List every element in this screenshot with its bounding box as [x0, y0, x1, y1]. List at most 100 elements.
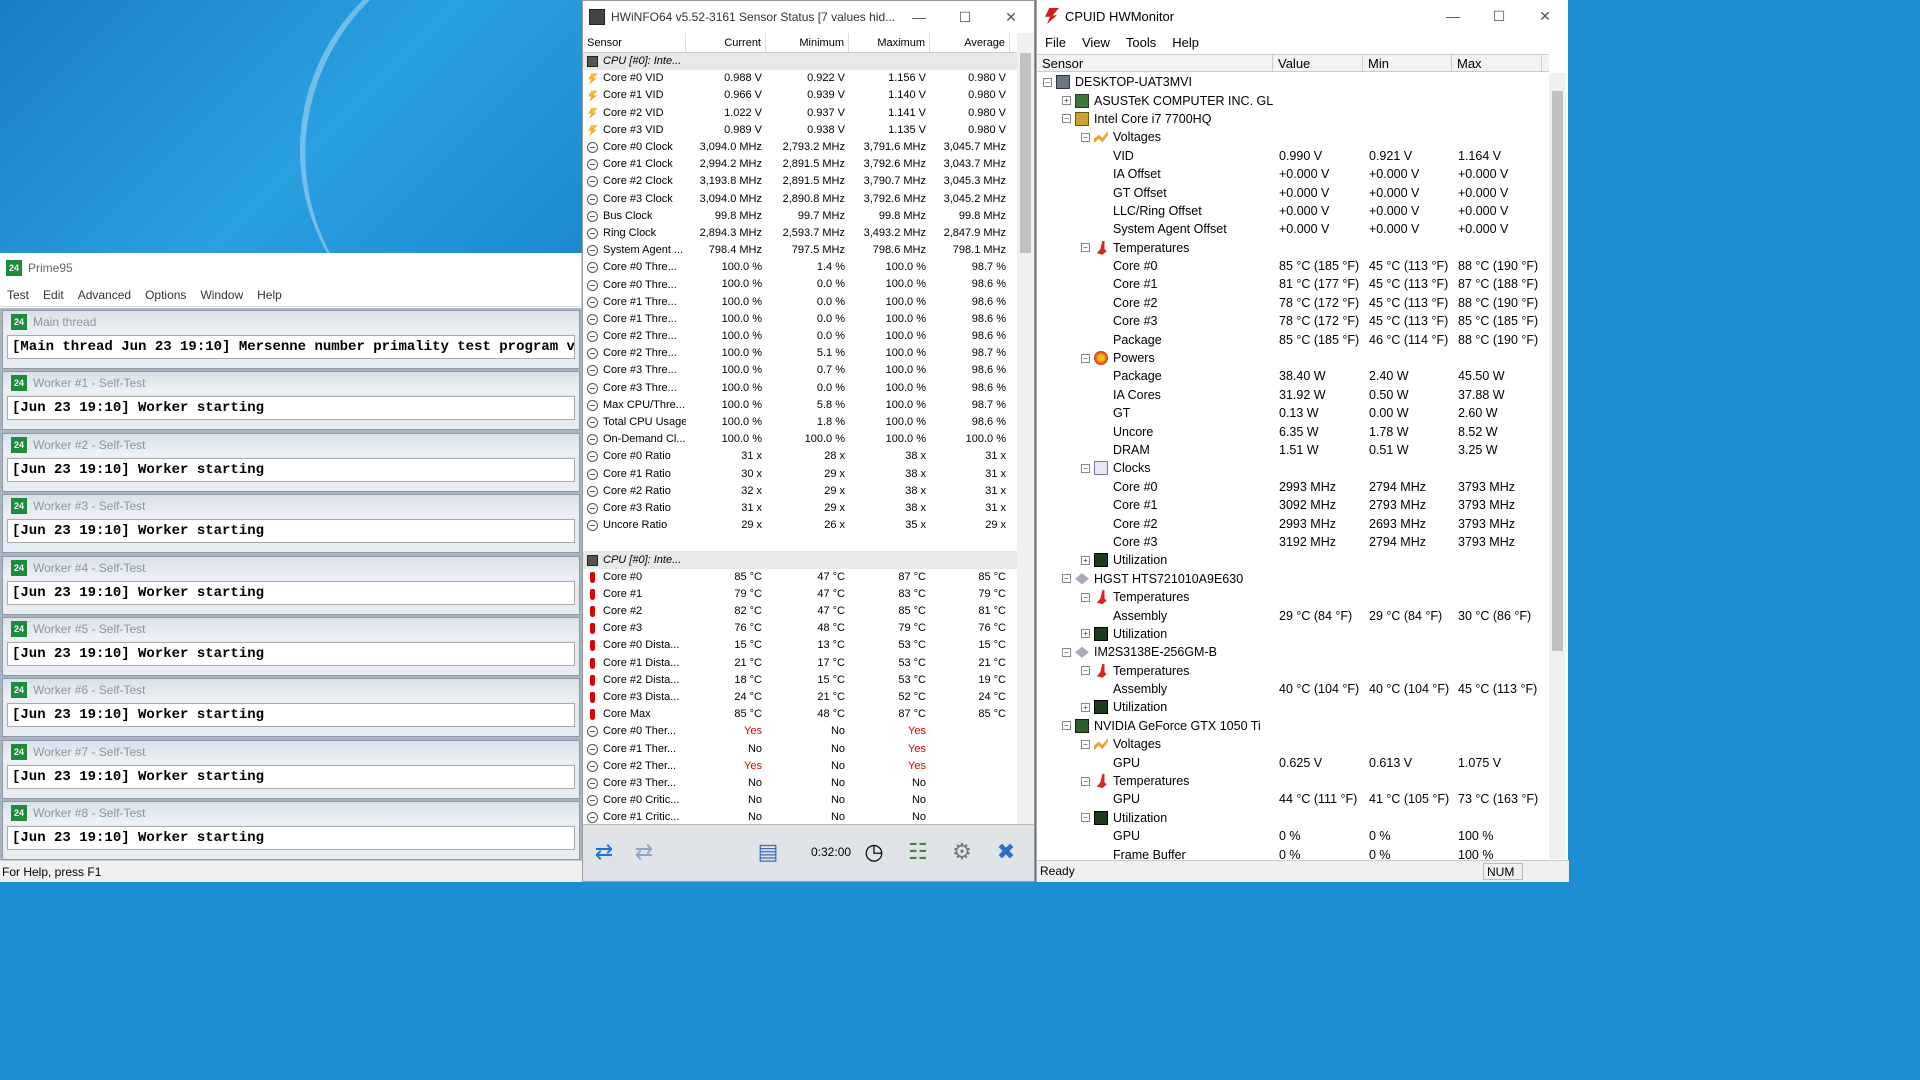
sensor-row[interactable]: Core #2 Ther... Yes No Yes	[583, 758, 1018, 775]
sensor-row[interactable]: Core #3 Clock 3,094.0 MHz 2,890.8 MHz 3,792…	[583, 191, 1018, 208]
menu-item-advanced[interactable]: Advanced	[71, 288, 138, 302]
column-header-maximum[interactable]: Maximum	[849, 33, 930, 52]
sensor-row[interactable]: Core #0 85 °C 47 °C 87 °C 85 °C	[583, 569, 1018, 586]
collapse-icon[interactable]: −	[1081, 739, 1090, 749]
sensor-row[interactable]: Core #0 Clock 3,094.0 MHz 2,793.2 MHz 3,791…	[583, 139, 1018, 156]
collapse-icon[interactable]: −	[1081, 243, 1090, 253]
sensor-row[interactable]: Core #1 3092 MHz 2793 MHz 3793 MHz	[1037, 496, 1549, 514]
worker-window[interactable]: 24 Worker #6 - Self-Test [Jun 23 19:10] Wo…	[2, 678, 580, 738]
tree-node[interactable]: − Voltages	[1037, 735, 1549, 753]
sensor-row[interactable]: Core #3 3192 MHz 2794 MHz 3793 MHz	[1037, 533, 1549, 551]
sensor-row[interactable]: Core #1 Thre... 100.0 % 0.0 % 100.0 % 98.6 %	[583, 311, 1018, 328]
sensor-row[interactable]: Core #3 Ther... No No No	[583, 775, 1018, 792]
tree-node[interactable]: − Temperatures	[1037, 239, 1549, 257]
sensor-row[interactable]: Uncore Ratio 29 x 26 x 35 x 29 x	[583, 517, 1018, 534]
sensor-row[interactable]: Core #3 Thre... 100.0 % 0.7 % 100.0 % 98.6 %	[583, 362, 1018, 379]
settings-gear-icon[interactable]: ⚙	[943, 833, 981, 871]
expand-icon[interactable]: +	[1062, 96, 1071, 106]
tree-node[interactable]: + Utilization	[1037, 625, 1549, 643]
sensor-row[interactable]: Core #1 81 °C (177 °F) 45 °C (113 °F) 87 °C…	[1037, 275, 1549, 293]
tree-node[interactable]: − Temperatures	[1037, 662, 1549, 680]
sensor-row[interactable]: Core #2 Thre... 100.0 % 5.1 % 100.0 % 98.7 %	[583, 345, 1018, 362]
column-header-sensor[interactable]: Sensor	[1037, 55, 1273, 71]
collapse-icon[interactable]: −	[1081, 592, 1090, 602]
sensor-row[interactable]: Core #1 Dista... 21 °C 17 °C 53 °C 21 °C	[583, 655, 1018, 672]
tree-node[interactable]: + Utilization	[1037, 698, 1549, 716]
sensor-row[interactable]: Core #3 76 °C 48 °C 79 °C 76 °C	[583, 620, 1018, 637]
sensor-row[interactable]: Core #3 Thre... 100.0 % 0.0 % 100.0 % 98.6 %	[583, 380, 1018, 397]
sensor-row[interactable]: Total CPU Usage 100.0 % 1.8 % 100.0 % 98.6 %	[583, 414, 1018, 431]
close-sensors-icon[interactable]: ✖	[987, 833, 1025, 871]
sensor-row[interactable]: Core #3 VID 0.989 V 0.938 V 1.135 V 0.980 V	[583, 122, 1018, 139]
worker-window[interactable]: 24 Worker #4 - Self-Test [Jun 23 19:10] Wo…	[2, 555, 580, 615]
column-header-minimum[interactable]: Minimum	[766, 33, 849, 52]
menu-item-help[interactable]: Help	[250, 288, 289, 302]
sensor-row[interactable]: Ring Clock 2,894.3 MHz 2,593.7 MHz 3,493.2 …	[583, 225, 1018, 242]
expand-icon[interactable]: +	[1081, 555, 1090, 565]
sensor-row[interactable]: Core #0 VID 0.988 V 0.922 V 1.156 V 0.980 V	[583, 70, 1018, 87]
worker-window[interactable]: 24 Worker #7 - Self-Test [Jun 23 19:10] Wo…	[2, 739, 580, 799]
menu-item-options[interactable]: Options	[138, 288, 193, 302]
sensor-row[interactable]: On-Demand Cl... 100.0 % 100.0 % 100.0 % 100.…	[583, 431, 1018, 448]
sensor-row[interactable]: System Agent Offset +0.000 V +0.000 V +0.00…	[1037, 220, 1549, 238]
tree-node[interactable]: − NVIDIA GeForce GTX 1050 Ti	[1037, 717, 1549, 735]
sensor-group-header[interactable]: CPU [#0]: Inte...	[583, 53, 1018, 71]
sensor-row[interactable]: Core #0 85 °C (185 °F) 45 °C (113 °F) 88 °C…	[1037, 257, 1549, 275]
collapse-icon[interactable]: −	[1081, 463, 1090, 473]
minimize-icon[interactable]: —	[1430, 8, 1476, 24]
column-header-value[interactable]: Value	[1273, 55, 1363, 71]
maximize-icon[interactable]: ☐	[1476, 8, 1522, 25]
collapse-icon[interactable]: −	[1062, 114, 1071, 124]
collapse-icon[interactable]: −	[1043, 77, 1052, 87]
sensor-row[interactable]: Assembly 40 °C (104 °F) 40 °C (104 °F) 45 °…	[1037, 680, 1549, 698]
sensor-row[interactable]: Max CPU/Thre... 100.0 % 5.8 % 100.0 % 98.7 %	[583, 397, 1018, 414]
sensor-row[interactable]: System Agent ... 798.4 MHz 797.5 MHz 798.6 …	[583, 242, 1018, 259]
sensor-row[interactable]: Core #1 Clock 2,994.2 MHz 2,891.5 MHz 3,792…	[583, 156, 1018, 173]
sensor-row[interactable]: Core #1 Ratio 30 x 29 x 38 x 31 x	[583, 466, 1018, 483]
worker-titlebar[interactable]: 24 Main thread	[3, 311, 579, 333]
worker-window[interactable]: 24 Worker #5 - Self-Test [Jun 23 19:10] Wo…	[2, 617, 580, 676]
sensor-row[interactable]: Uncore 6.35 W 1.78 W 8.52 W	[1037, 422, 1549, 440]
worker-window[interactable]: 24 Worker #3 - Self-Test [Jun 23 19:10] Wo…	[2, 494, 580, 554]
tree-node[interactable]: − Utilization	[1037, 809, 1549, 827]
menu-item-tools[interactable]: Tools	[1118, 35, 1164, 50]
worker-titlebar[interactable]: 24 Worker #8 - Self-Test	[3, 802, 579, 825]
column-header-min[interactable]: Min	[1363, 55, 1452, 71]
sensor-row[interactable]: Core #3 78 °C (172 °F) 45 °C (113 °F) 85 °C…	[1037, 312, 1549, 330]
collapse-icon[interactable]: −	[1081, 666, 1090, 676]
sensor-row[interactable]: GT 0.13 W 0.00 W 2.60 W	[1037, 404, 1549, 422]
sensor-row[interactable]: Core #2 Thre... 100.0 % 0.0 % 100.0 % 98.6 %	[583, 328, 1018, 345]
sensor-row[interactable]: VID 0.990 V 0.921 V 1.164 V	[1037, 147, 1549, 165]
sensor-row[interactable]: GPU 44 °C (111 °F) 41 °C (105 °F) 73 °C (16…	[1037, 790, 1549, 808]
hwmonitor-scrollbar[interactable]	[1549, 73, 1566, 859]
sensor-row[interactable]: DRAM 1.51 W 0.51 W 3.25 W	[1037, 441, 1549, 459]
sensor-row[interactable]: Core #0 Thre... 100.0 % 1.4 % 100.0 % 98.7 %	[583, 259, 1018, 276]
collapse-icon[interactable]: −	[1062, 647, 1071, 657]
menu-item-help[interactable]: Help	[1164, 35, 1207, 50]
tree-node[interactable]: − Intel Core i7 7700HQ	[1037, 110, 1549, 128]
worker-window[interactable]: 24 Worker #8 - Self-Test [Jun 23 19:10] Wo…	[2, 801, 580, 861]
collapse-icon[interactable]: −	[1081, 776, 1090, 786]
menu-item-test[interactable]: Test	[0, 288, 36, 302]
menu-item-edit[interactable]: Edit	[36, 288, 71, 302]
sensor-row[interactable]: Core #2 VID 1.022 V 0.937 V 1.141 V 0.980 V	[583, 105, 1018, 122]
sensor-row[interactable]: Core #2 2993 MHz 2693 MHz 3793 MHz	[1037, 514, 1549, 532]
sensor-row[interactable]: Core #1 Thre... 100.0 % 0.0 % 100.0 % 98.6 %	[583, 294, 1018, 311]
column-header-sensor[interactable]: Sensor	[583, 33, 686, 52]
worker-window[interactable]: 24 Worker #1 - Self-Test [Jun 23 19:10] Wo…	[2, 371, 580, 431]
worker-titlebar[interactable]: 24 Worker #1 - Self-Test	[3, 372, 579, 395]
network-icon[interactable]: ▤	[749, 833, 787, 871]
worker-titlebar[interactable]: 24 Worker #4 - Self-Test	[3, 556, 579, 579]
sensor-row[interactable]: Core Max 85 °C 48 °C 87 °C 85 °C	[583, 706, 1018, 723]
tree-node[interactable]: − Voltages	[1037, 128, 1549, 146]
tree-node[interactable]: − DESKTOP-UAT3MVI	[1037, 73, 1549, 91]
collapse-arrows-icon[interactable]: ⇄	[625, 833, 663, 871]
sensor-row[interactable]: Core #1 79 °C 47 °C 83 °C 79 °C	[583, 586, 1018, 603]
prime95-titlebar[interactable]: 24 Prime95	[0, 253, 581, 283]
report-icon[interactable]: ☷	[899, 833, 937, 871]
sensor-row[interactable]: GPU 0.625 V 0.613 V 1.075 V	[1037, 753, 1549, 771]
menu-item-file[interactable]: File	[1037, 35, 1074, 50]
worker-titlebar[interactable]: 24 Worker #7 - Self-Test	[3, 740, 579, 763]
sensor-row[interactable]: Core #2 78 °C (172 °F) 45 °C (113 °F) 88 °C…	[1037, 294, 1549, 312]
hwmonitor-scroll-thumb[interactable]	[1552, 91, 1563, 651]
